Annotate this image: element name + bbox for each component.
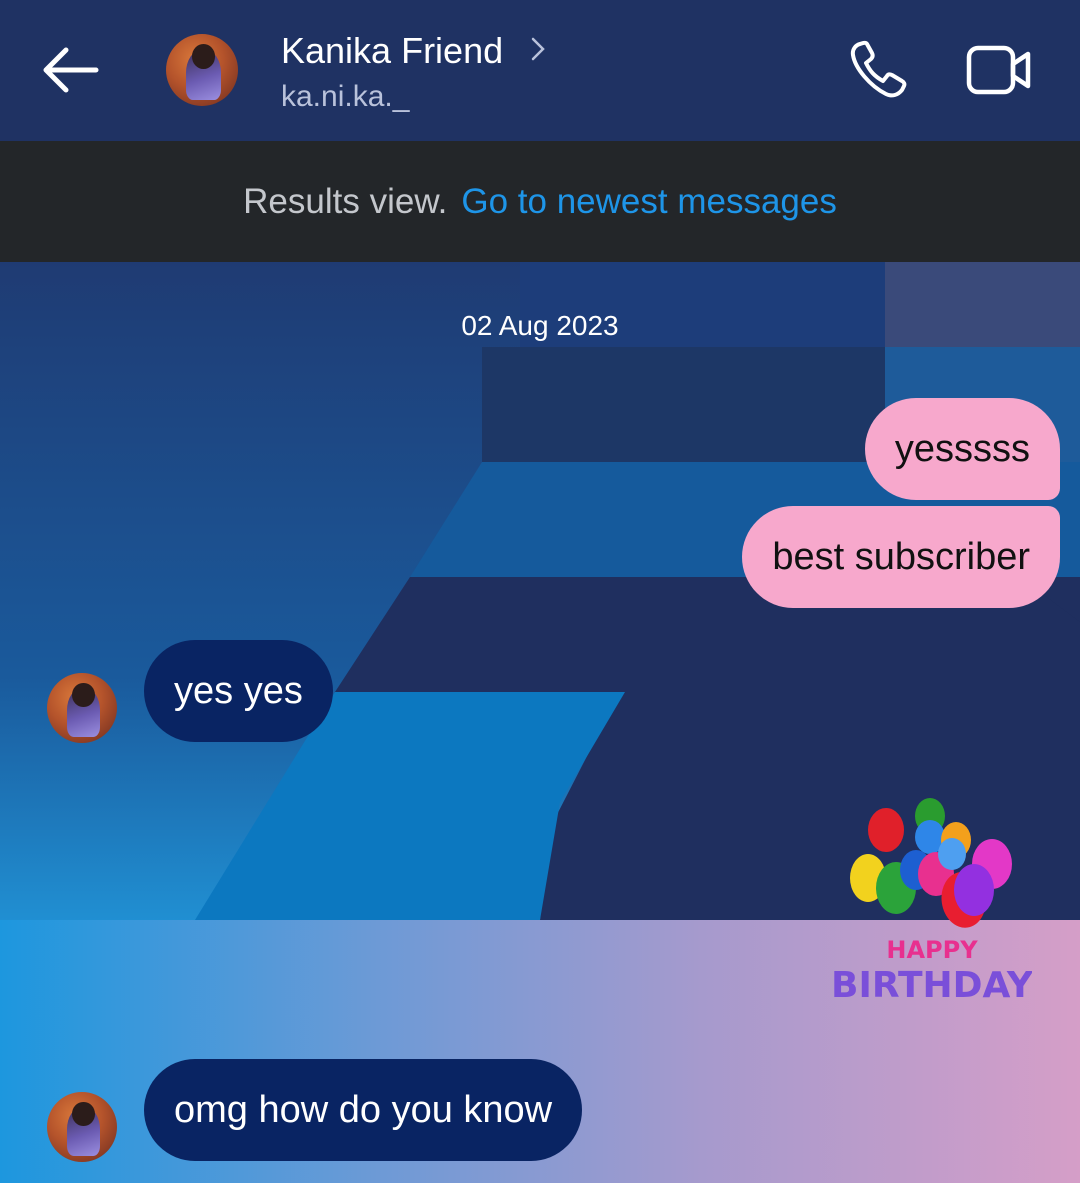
back-arrow-icon[interactable] [36, 40, 106, 100]
message-outgoing[interactable]: best subscriber [742, 506, 1060, 608]
go-to-newest-messages-link[interactable]: Go to newest messages [461, 182, 836, 221]
happy-birthday-sticker-text: BIRTHDAY [832, 965, 1032, 1006]
date-separator: 02 Aug 2023 [461, 310, 619, 341]
phone-icon[interactable] [846, 38, 910, 102]
contact-avatar-small[interactable] [47, 673, 117, 743]
video-camera-icon[interactable] [966, 42, 1032, 98]
contact-avatar-small[interactable] [47, 1092, 117, 1162]
message-incoming[interactable]: omg how do you know [144, 1059, 583, 1161]
message-incoming[interactable]: yes yes [144, 640, 333, 742]
contact-username: ka.ni.ka._ [281, 80, 410, 113]
happy-birthday-balloons-sticker[interactable]: HAPPY BIRTHDAY [832, 792, 1032, 1007]
chat-area[interactable]: 02 Aug 2023 yesssss best subscriber yes … [0, 262, 1080, 1183]
chat-header: Kanika Friend ka.ni.ka._ [0, 0, 1080, 141]
happy-birthday-sticker-text: HAPPY [886, 936, 978, 964]
results-view-label: Results view. [243, 182, 448, 221]
chevron-right-icon[interactable] [530, 36, 546, 62]
contact-avatar[interactable] [166, 34, 238, 106]
message-outgoing[interactable]: yesssss [864, 398, 1060, 500]
contact-name[interactable]: Kanika Friend [281, 30, 503, 72]
results-view-banner: Results view. Go to newest messages [0, 141, 1080, 262]
